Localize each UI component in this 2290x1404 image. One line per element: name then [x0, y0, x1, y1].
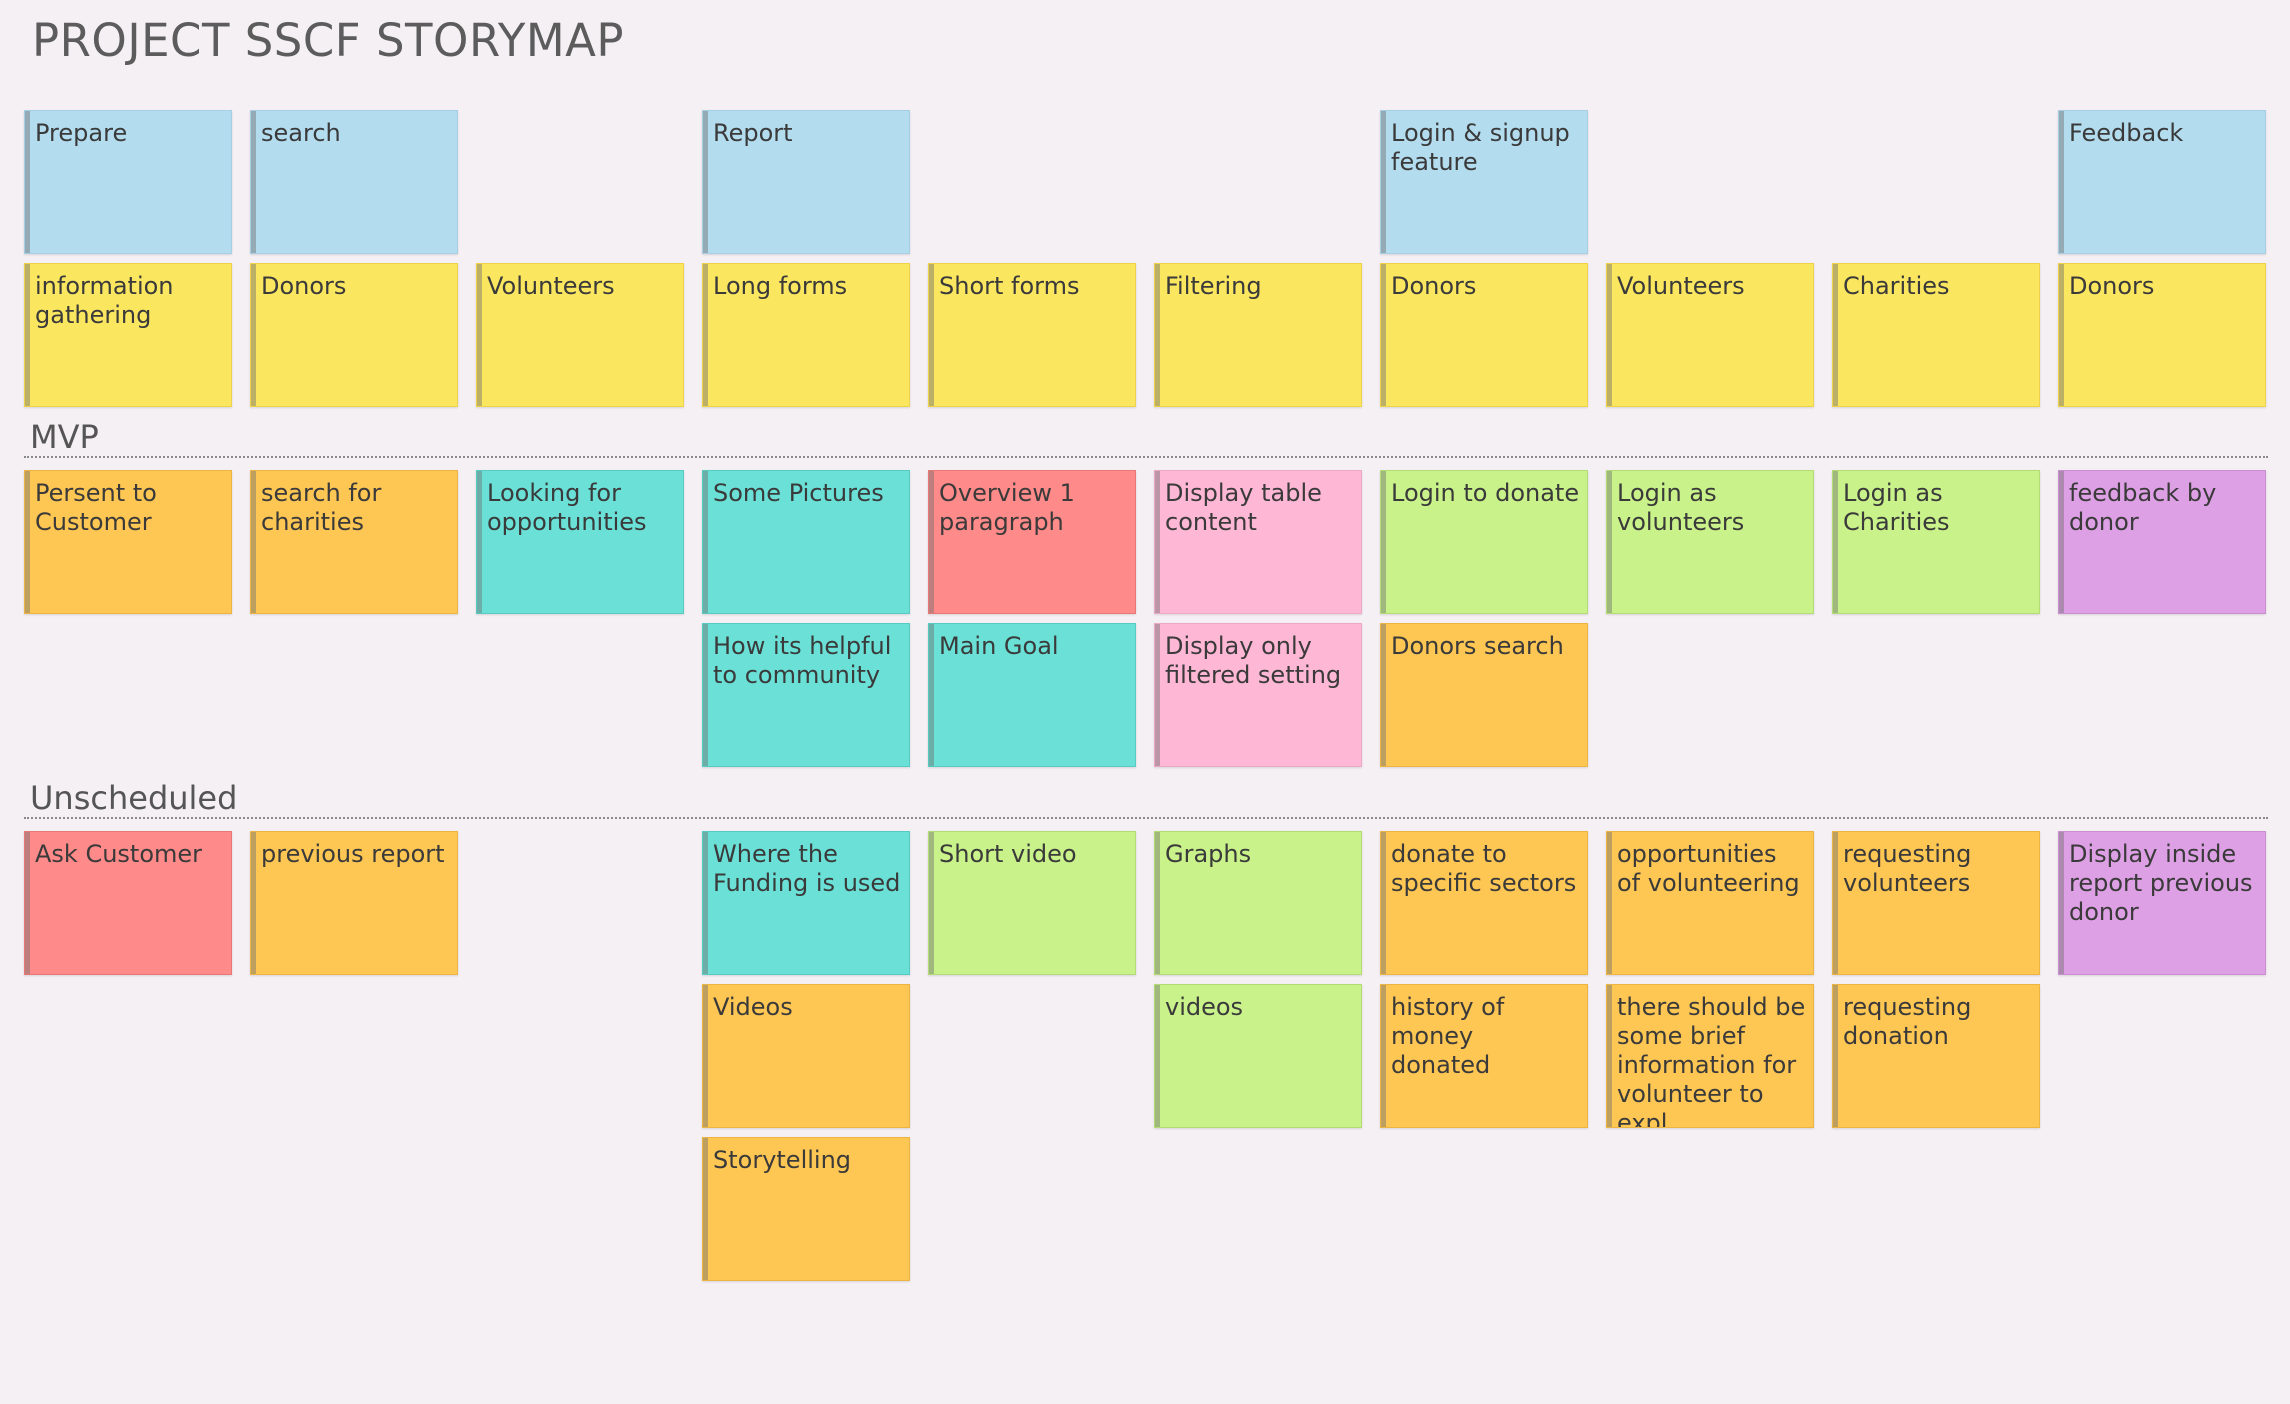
- story-card-looking-for-opportunities[interactable]: Looking for opportunities: [476, 470, 684, 614]
- story-card-login-as-volunteers[interactable]: Login as volunteers: [1606, 470, 1814, 614]
- story-card-videos[interactable]: Videos: [702, 984, 910, 1128]
- activity-card-prepare[interactable]: Prepare: [24, 110, 232, 254]
- story-card-overview-1-paragraph[interactable]: Overview 1 paragraph: [928, 470, 1136, 614]
- story-card-videos-filtering[interactable]: videos: [1154, 984, 1362, 1128]
- story-card-requesting-donation[interactable]: requesting donation: [1832, 984, 2040, 1128]
- story-card-donate-to-specific-sectors[interactable]: donate to specific sectors: [1380, 831, 1588, 975]
- story-card-login-as-charities[interactable]: Login as Charities: [1832, 470, 2040, 614]
- task-card-long-forms[interactable]: Long forms: [702, 263, 910, 407]
- story-card-requesting-volunteers[interactable]: requesting volunteers: [1832, 831, 2040, 975]
- story-card-some-pictures[interactable]: Some Pictures: [702, 470, 910, 614]
- story-card-history-of-money-donated[interactable]: history of money donated: [1380, 984, 1588, 1128]
- story-card-brief-information-volunteer[interactable]: there should be some brief information f…: [1606, 984, 1814, 1128]
- story-card-how-its-helpful[interactable]: How its helpful to community: [702, 623, 910, 767]
- task-card-filtering[interactable]: Filtering: [1154, 263, 1362, 407]
- story-card-ask-customer[interactable]: Ask Customer: [24, 831, 232, 975]
- story-card-where-funding-used[interactable]: Where the Funding is used: [702, 831, 910, 975]
- story-card-previous-report[interactable]: previous report: [250, 831, 458, 975]
- activity-card-feedback[interactable]: Feedback: [2058, 110, 2266, 254]
- release-divider-unscheduled: [24, 817, 2268, 819]
- task-card-volunteers[interactable]: Volunteers: [476, 263, 684, 407]
- story-card-display-only-filtered[interactable]: Display only filtered setting: [1154, 623, 1362, 767]
- story-card-display-table-content[interactable]: Display table content: [1154, 470, 1362, 614]
- story-card-feedback-by-donor[interactable]: feedback by donor: [2058, 470, 2266, 614]
- release-divider-mvp: [24, 456, 2268, 458]
- activity-card-search[interactable]: search: [250, 110, 458, 254]
- story-card-main-goal[interactable]: Main Goal: [928, 623, 1136, 767]
- task-card-information-gathering[interactable]: information gathering: [24, 263, 232, 407]
- story-card-persent-to-customer[interactable]: Persent to Customer: [24, 470, 232, 614]
- release-label-unscheduled: Unscheduled: [30, 779, 238, 817]
- story-card-display-inside-report[interactable]: Display inside report previous donor: [2058, 831, 2266, 975]
- story-card-graphs[interactable]: Graphs: [1154, 831, 1362, 975]
- story-card-opportunities-of-volunteering[interactable]: opportunities of volunteering: [1606, 831, 1814, 975]
- story-card-search-for-charities[interactable]: search for charities: [250, 470, 458, 614]
- story-card-storytelling[interactable]: Storytelling: [702, 1137, 910, 1281]
- page-title: PROJECT SSCF STORYMAP: [32, 14, 625, 67]
- task-card-login-donors[interactable]: Donors: [1380, 263, 1588, 407]
- task-card-short-forms[interactable]: Short forms: [928, 263, 1136, 407]
- task-card-donors[interactable]: Donors: [250, 263, 458, 407]
- task-card-charities[interactable]: Charities: [1832, 263, 2040, 407]
- activity-card-report[interactable]: Report: [702, 110, 910, 254]
- story-card-short-video[interactable]: Short video: [928, 831, 1136, 975]
- story-card-donors-search[interactable]: Donors search: [1380, 623, 1588, 767]
- story-card-login-to-donate[interactable]: Login to donate: [1380, 470, 1588, 614]
- task-card-login-volunteers[interactable]: Volunteers: [1606, 263, 1814, 407]
- release-label-mvp: MVP: [30, 418, 99, 456]
- activity-card-login-signup[interactable]: Login & signup feature: [1380, 110, 1588, 254]
- task-card-feedback-donors[interactable]: Donors: [2058, 263, 2266, 407]
